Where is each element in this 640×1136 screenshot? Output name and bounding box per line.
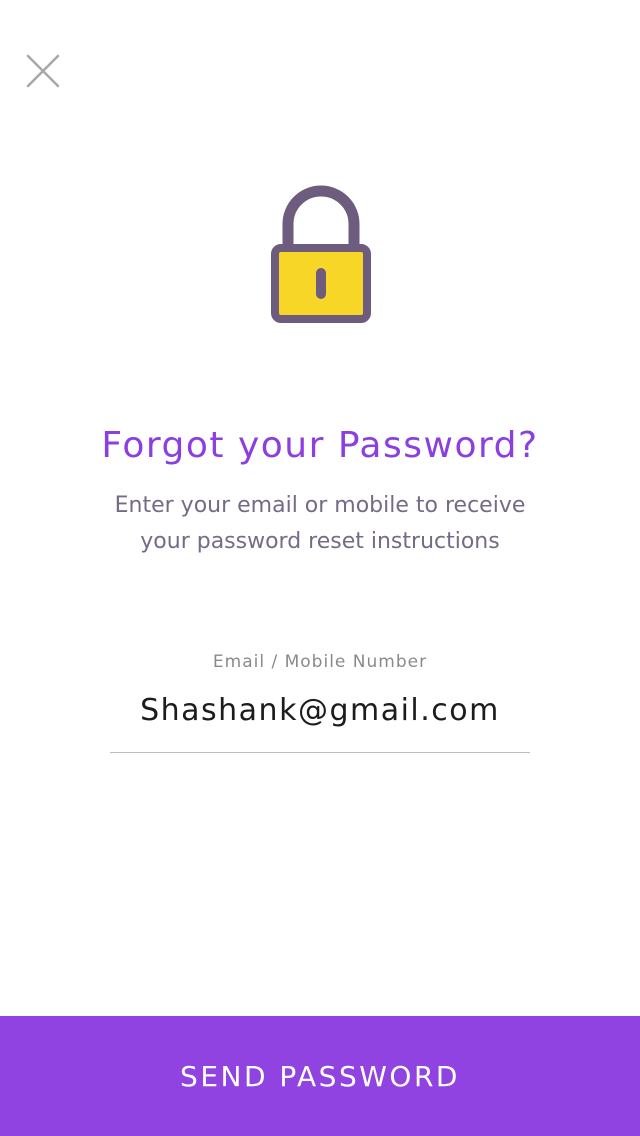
subtitle-line-1: Enter your email or mobile to receive bbox=[114, 493, 526, 518]
subtitle: Enter your email or mobile to receive yo… bbox=[60, 488, 580, 560]
page-title: Forgot your Password? bbox=[101, 425, 539, 466]
padlock-icon bbox=[268, 184, 374, 326]
email-field-label: Email / Mobile Number bbox=[212, 652, 428, 672]
email-field-underline bbox=[110, 752, 530, 753]
email-field[interactable] bbox=[110, 680, 530, 740]
subtitle-line-2: your password reset instructions bbox=[140, 529, 500, 554]
close-button[interactable] bbox=[22, 50, 64, 92]
close-icon bbox=[26, 54, 60, 88]
send-password-label: SEND PASSWORD bbox=[180, 1059, 460, 1093]
send-password-button[interactable]: SEND PASSWORD bbox=[0, 1016, 640, 1136]
